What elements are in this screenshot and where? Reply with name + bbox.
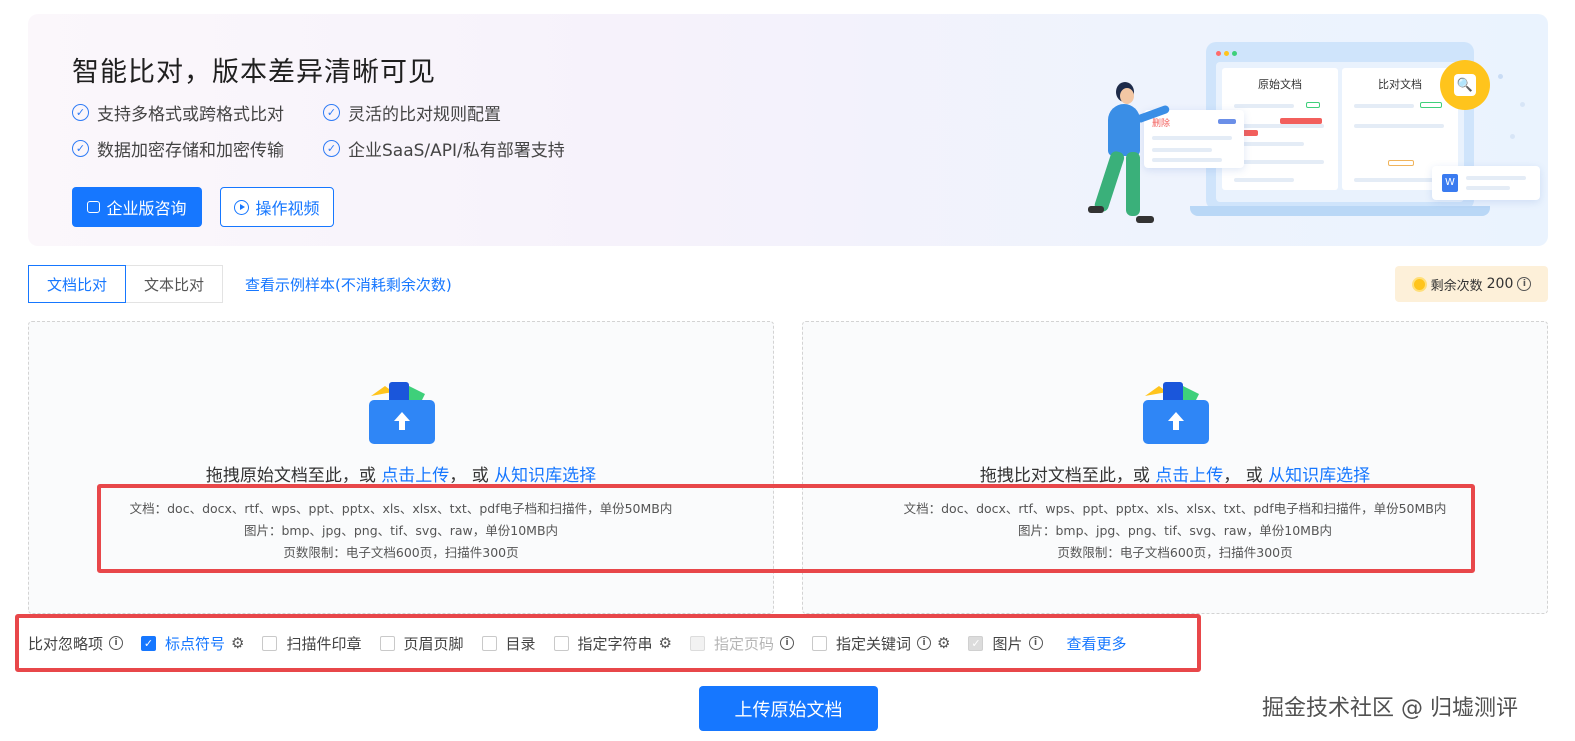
- info-icon[interactable]: i: [917, 636, 932, 650]
- option-header-footer[interactable]: 页眉页脚: [379, 633, 464, 654]
- checkbox[interactable]: [481, 635, 497, 651]
- checkbox[interactable]: [812, 635, 828, 651]
- option-specified-page: 指定页码 i: [690, 633, 795, 654]
- checkbox[interactable]: [553, 635, 569, 651]
- option-specified-keyword[interactable]: 指定关键词 i ⚙: [812, 633, 950, 654]
- check-circle-icon: ✓: [323, 104, 340, 121]
- check-circle-icon: ✓: [323, 140, 340, 157]
- option-specified-string[interactable]: 指定字符串 ⚙: [553, 633, 672, 654]
- remaining-count-badge: 剩余次数 200 i: [1395, 266, 1548, 302]
- info-icon[interactable]: i: [1517, 277, 1532, 291]
- coin-icon: [1411, 276, 1427, 292]
- gear-icon[interactable]: ⚙: [937, 634, 950, 652]
- checkbox: ✓: [968, 635, 984, 651]
- option-scan-seal[interactable]: 扫描件印章: [262, 633, 362, 654]
- ignore-options-row: 比对忽略项 i ✓ 标点符号 ⚙ 扫描件印章 页眉页脚 目录 指定字符串 ⚙ 指…: [28, 632, 1145, 654]
- chat-icon: [87, 201, 101, 213]
- check-circle-icon: ✓: [72, 104, 89, 121]
- tab-text-compare[interactable]: 文本比对: [126, 265, 224, 303]
- tutorial-video-button[interactable]: 操作视频: [220, 187, 334, 227]
- checkbox: [690, 635, 705, 651]
- dropzone-prompt: 拖拽原始文档至此，或 点击上传， 或 从知识库选择: [205, 466, 597, 486]
- gear-icon[interactable]: ⚙: [659, 634, 672, 652]
- feature-item: ✓ 数据加密存储和加密传输: [72, 136, 284, 161]
- check-circle-icon: ✓: [72, 140, 89, 157]
- feature-item: ✓ 支持多格式或跨格式比对: [72, 100, 284, 125]
- gear-icon[interactable]: ⚙: [231, 634, 244, 652]
- view-more-link[interactable]: 查看更多: [1067, 633, 1127, 654]
- watermark-text: 掘金技术社区 @ 归墟测评: [1262, 696, 1518, 721]
- view-sample-link[interactable]: 查看示例样本(不消耗剩余次数): [245, 274, 452, 295]
- tab-document-compare[interactable]: 文档比对: [28, 265, 127, 303]
- knowledge-base-select-link[interactable]: 从知识库选择: [494, 466, 596, 486]
- banner-title: 智能比对，版本差异清晰可见: [72, 57, 436, 88]
- checkbox[interactable]: [379, 635, 395, 651]
- word-file-card: W: [1432, 166, 1540, 200]
- upload-folder-icon: [1143, 382, 1209, 444]
- enterprise-consult-button[interactable]: 企业版咨询: [72, 187, 202, 227]
- option-image: ✓ 图片 i: [968, 633, 1043, 654]
- search-badge-icon: 🔍: [1440, 60, 1490, 110]
- play-icon: [234, 199, 250, 215]
- info-icon[interactable]: i: [1028, 636, 1043, 650]
- hero-banner: 智能比对，版本差异清晰可见 ✓ 支持多格式或跨格式比对 ✓ 灵活的比对规则配置 …: [28, 14, 1548, 246]
- knowledge-base-select-link[interactable]: 从知识库选择: [1268, 466, 1370, 486]
- checkbox[interactable]: [262, 635, 278, 651]
- banner-illustration: 原始文档 比对文档 🔍 删除 W: [1058, 14, 1548, 246]
- upload-original-button[interactable]: 上传原始文档: [699, 686, 878, 731]
- option-toc[interactable]: 目录: [481, 633, 536, 654]
- checkbox[interactable]: ✓: [141, 635, 157, 651]
- delete-annotation-card: 删除: [1144, 110, 1244, 168]
- info-icon[interactable]: i: [109, 636, 124, 650]
- info-icon[interactable]: i: [780, 636, 795, 650]
- compare-mode-tabs: 文档比对 文本比对: [28, 265, 224, 303]
- click-upload-link[interactable]: 点击上传: [1155, 466, 1223, 486]
- feature-item: ✓ 灵活的比对规则配置: [323, 100, 501, 125]
- upload-folder-icon: [369, 382, 435, 444]
- click-upload-link[interactable]: 点击上传: [381, 466, 449, 486]
- annotation-highlight-formats: [97, 484, 1475, 573]
- option-punctuation[interactable]: ✓ 标点符号 ⚙: [141, 633, 244, 654]
- word-file-icon: W: [1442, 174, 1458, 192]
- dropzone-prompt: 拖拽比对文档至此，或 点击上传， 或 从知识库选择: [979, 466, 1371, 486]
- feature-item: ✓ 企业SaaS/API/私有部署支持: [323, 136, 565, 161]
- ignore-options-label: 比对忽略项: [28, 634, 104, 653]
